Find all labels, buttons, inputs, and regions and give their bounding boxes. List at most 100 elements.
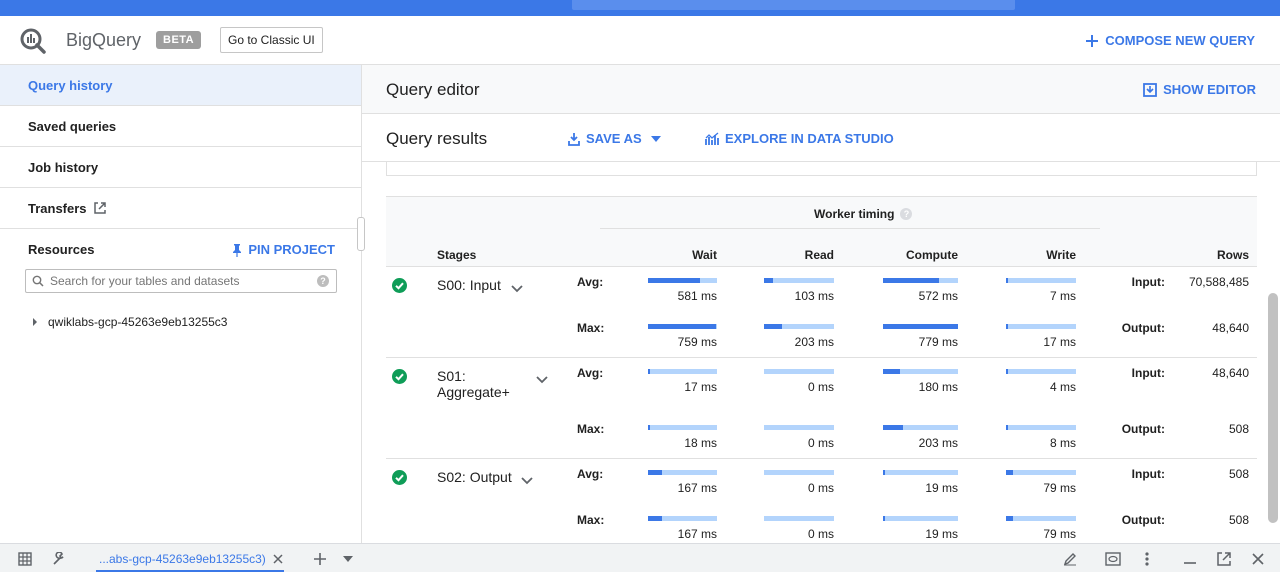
write-timing-fill: [1006, 470, 1013, 475]
rows-label: Input:: [1131, 275, 1165, 289]
rows-value: 48,640: [1212, 321, 1249, 335]
write-timing-bar: [1006, 516, 1076, 521]
expand-chevron-icon[interactable]: [510, 281, 524, 295]
top-search-box[interactable]: [572, 0, 1015, 10]
preview-icon[interactable]: [1105, 551, 1121, 567]
pin-project-label: PIN PROJECT: [248, 242, 335, 257]
read-timing-bar: [764, 425, 834, 430]
rows-value: 508: [1228, 513, 1249, 527]
explore-data-studio-button[interactable]: EXPLORE IN DATA STUDIO: [705, 131, 894, 146]
sidebar-item-label: Query history: [28, 77, 113, 93]
check-circle-icon: [392, 470, 407, 485]
rows-value: 508: [1228, 422, 1249, 436]
pin-icon: [233, 243, 242, 257]
wait-timing-bar: [648, 369, 717, 374]
wait-timing-bar: [648, 470, 717, 475]
wait-value: 759 ms: [677, 335, 717, 349]
compute-timing-bar: [883, 425, 958, 430]
minimize-icon[interactable]: [1182, 551, 1198, 567]
bigquery-logo-icon[interactable]: [18, 26, 48, 56]
pin-project-button[interactable]: PIN PROJECT: [232, 242, 335, 257]
app-name: BigQuery: [66, 30, 142, 50]
read-timing-bar: [764, 278, 834, 283]
rows-label: Input:: [1131, 467, 1165, 481]
wait-timing-fill: [648, 425, 651, 430]
search-field[interactable]: ?: [25, 269, 337, 293]
worker-timing-divider: [600, 228, 1100, 229]
write-timing-bar: [1006, 470, 1076, 475]
max-label: Max:: [577, 321, 605, 335]
write-value: 79 ms: [1043, 481, 1076, 495]
sidebar-item-job-history[interactable]: Job history: [0, 147, 361, 188]
worker-timing-table: Worker timing ? Stages Wait Read Compute…: [386, 196, 1257, 544]
rows-value: 48,640: [1212, 366, 1249, 380]
avg-label: Avg:: [577, 366, 604, 380]
compute-value: 779 ms: [918, 335, 958, 349]
stage-row: S02: Output Avg: 167 ms 0 ms 19 ms 79 ms Input…: [386, 459, 1257, 544]
compute-timing-fill: [883, 516, 886, 521]
col-header-stages: Stages: [437, 248, 477, 262]
show-editor-button[interactable]: SHOW EDITOR: [1143, 82, 1256, 97]
rows-value: 70,588,485: [1188, 275, 1249, 289]
wait-value: 18 ms: [684, 436, 717, 450]
grid-icon[interactable]: [17, 551, 33, 567]
classic-ui-button[interactable]: Go to Classic UI: [220, 27, 323, 53]
sidebar-item-query-history[interactable]: Query history: [0, 65, 361, 106]
write-timing-fill: [1006, 369, 1009, 374]
compute-value: 19 ms: [925, 527, 958, 541]
save-as-button[interactable]: SAVE AS: [568, 131, 664, 146]
query-results-bar: Query results SAVE AS EXPLORE IN DATA ST…: [362, 114, 1280, 162]
timing-header: Worker timing ? Stages Wait Read Compute…: [386, 197, 1257, 267]
save-as-label: SAVE AS: [586, 131, 642, 146]
more-vert-icon[interactable]: [1139, 551, 1155, 567]
vertical-scrollbar[interactable]: [1268, 293, 1278, 523]
compose-new-query-button[interactable]: COMPOSE NEW QUERY: [1085, 33, 1255, 48]
compute-timing-fill: [883, 369, 901, 374]
project-tree-item[interactable]: qwiklabs-gcp-45263e9eb13255c3: [32, 315, 227, 329]
help-icon[interactable]: ?: [900, 208, 913, 220]
wait-timing-fill: [648, 516, 663, 521]
write-timing-fill: [1006, 516, 1013, 521]
sidebar-item-transfers[interactable]: Transfers: [0, 188, 361, 229]
col-header-rows: Rows: [1216, 248, 1249, 262]
compute-timing-bar: [883, 516, 958, 521]
stage-name: S02: Output: [437, 469, 512, 485]
wait-timing-bar: [648, 324, 717, 329]
write-timing-bar: [1006, 324, 1076, 329]
wrench-icon[interactable]: [51, 551, 67, 567]
expand-chevron-icon[interactable]: [520, 473, 534, 487]
bottom-toolbar: ...abs-gcp-45263e9eb13255c3): [0, 543, 1280, 572]
sidebar-item-saved-queries[interactable]: Saved queries: [0, 106, 361, 147]
open-in-new-icon[interactable]: [1216, 551, 1232, 567]
rows-label: Output:: [1121, 513, 1165, 527]
tab-menu-dropdown-icon[interactable]: [340, 551, 356, 567]
compute-timing-bar: [883, 470, 958, 475]
rows-value: 508: [1228, 467, 1249, 481]
compose-label: COMPOSE NEW QUERY: [1105, 33, 1255, 48]
editor-tab-label[interactable]: ...abs-gcp-45263e9eb13255c3): [99, 552, 266, 566]
caret-right-icon[interactable]: [32, 318, 38, 326]
search-input[interactable]: [50, 274, 315, 288]
edit-icon[interactable]: [1062, 551, 1078, 567]
read-value: 0 ms: [807, 380, 834, 394]
rows-label: Output:: [1121, 321, 1165, 335]
resources-section: Resources PIN PROJECT: [0, 229, 361, 269]
compute-timing-fill: [883, 278, 939, 283]
worker-timing-label: Worker timing ?: [814, 207, 913, 221]
project-name: qwiklabs-gcp-45263e9eb13255c3: [48, 315, 228, 329]
write-value: 4 ms: [1049, 380, 1076, 394]
wait-value: 167 ms: [677, 527, 717, 541]
write-value: 17 ms: [1043, 335, 1076, 349]
write-value: 8 ms: [1049, 436, 1076, 450]
col-header-read: Read: [804, 248, 834, 262]
add-tab-icon[interactable]: [312, 551, 328, 567]
write-timing-bar: [1006, 369, 1076, 374]
close-tab-icon[interactable]: [270, 551, 286, 567]
expand-chevron-icon[interactable]: [535, 372, 549, 386]
col-header-compute: Compute: [906, 248, 958, 262]
help-icon[interactable]: ?: [317, 275, 329, 287]
beta-badge: BETA: [156, 31, 202, 49]
sidebar-item-label: Job history: [28, 159, 99, 175]
compute-value: 572 ms: [918, 289, 958, 303]
close-icon[interactable]: [1250, 551, 1266, 567]
